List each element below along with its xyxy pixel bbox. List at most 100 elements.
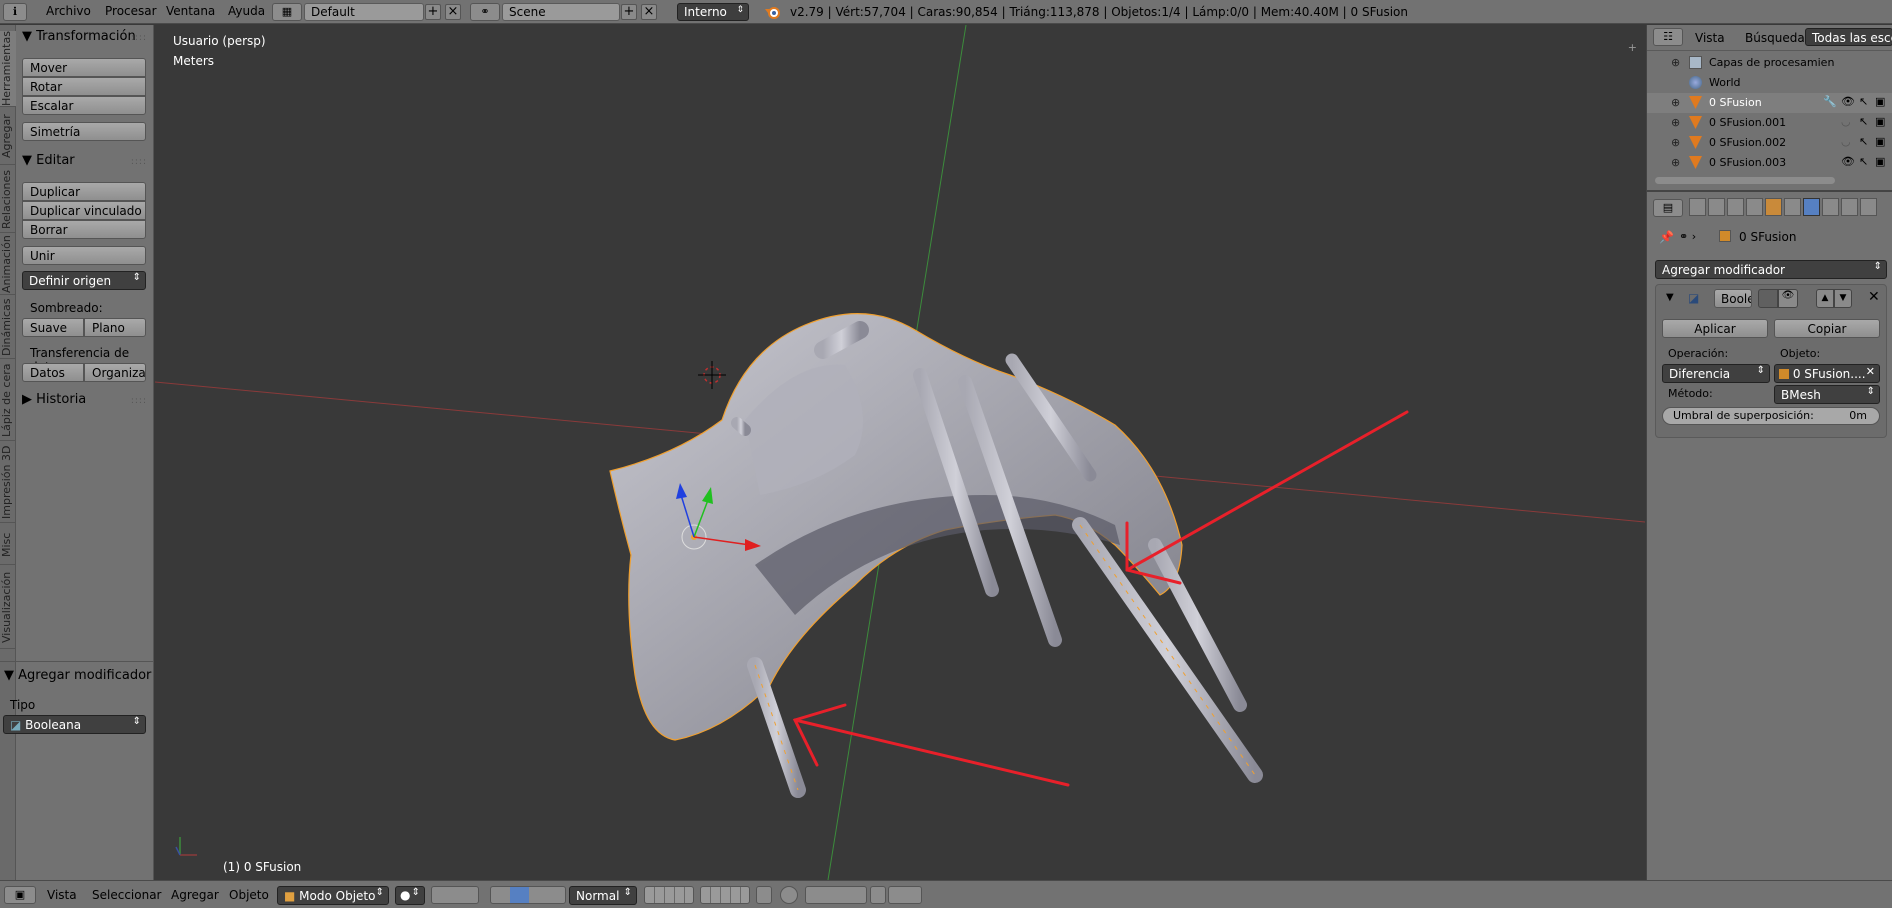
camera-render-icon[interactable]: ▣ (1875, 135, 1885, 148)
tab-herramientas[interactable]: Herramientas (0, 31, 16, 107)
expand-plus-icon[interactable]: ⊕ (1671, 96, 1680, 109)
flat-button[interactable]: Plano (84, 318, 146, 337)
constraints-tab-icon[interactable] (1784, 198, 1801, 216)
duplicate-linked-button[interactable]: Duplicar vinculado (22, 201, 146, 220)
eye-icon[interactable]: 👁 (1841, 155, 1855, 168)
set-origin-dropdown[interactable]: Definir origen ⇕ (22, 271, 146, 290)
join-button[interactable]: Unir (22, 246, 146, 265)
camera-render-icon[interactable]: ▣ (1875, 115, 1885, 128)
menu-procesar[interactable]: Procesar (105, 4, 157, 18)
material-tab-icon[interactable] (1841, 198, 1858, 216)
outliner-tab-vista[interactable]: Vista (1695, 31, 1725, 45)
render-tab-icon[interactable] (1689, 198, 1706, 216)
snap-controls[interactable] (805, 886, 867, 904)
move-down-icon[interactable]: ▼ (1834, 289, 1852, 308)
add-modifier-dropdown[interactable]: Agregar modificador ⇕ (1655, 260, 1887, 279)
panel-grip-icon[interactable]: :::: (131, 157, 147, 167)
camera-render-icon[interactable]: ▣ (1875, 95, 1885, 108)
modifiers-tab-icon[interactable] (1803, 198, 1820, 216)
menu-ventana[interactable]: Ventana (166, 4, 215, 18)
outliner-display-mode[interactable]: Todas las escen (1805, 28, 1892, 46)
expand-plus-icon[interactable]: ⊕ (1671, 56, 1680, 69)
remove-modifier-icon[interactable]: ✕ (1868, 289, 1880, 305)
eye-hidden-icon[interactable]: ◡ (1841, 115, 1851, 128)
rotate-button[interactable]: Rotar (22, 77, 146, 96)
outliner-tab-busqueda[interactable]: Búsqueda (1745, 31, 1805, 45)
proportional-edit-icon[interactable] (780, 886, 798, 904)
layout-icon[interactable]: ▦ (272, 3, 302, 21)
remove-layout-icon[interactable]: × (445, 4, 461, 20)
opengl-render-icon[interactable] (870, 886, 886, 904)
tab-relaciones[interactable]: Relaciones (0, 167, 16, 233)
scale-button[interactable]: Escalar (22, 96, 146, 115)
scene-field[interactable]: Scene (502, 3, 620, 21)
panel-grip-icon[interactable]: :::: (131, 33, 147, 43)
smooth-button[interactable]: Suave (22, 318, 84, 337)
operation-dropdown[interactable]: Diferencia ⇕ (1662, 364, 1770, 383)
cursor-select-icon[interactable]: ↖ (1859, 95, 1868, 108)
expand-plus-icon[interactable]: ⊕ (1671, 116, 1680, 129)
render-engine-dropdown[interactable]: Interno ⇕ (677, 3, 749, 21)
outliner-row-sfusion-002[interactable]: ⊕ 0 SFusion.002 ◡ ↖ ▣ (1647, 133, 1892, 153)
cursor-select-icon[interactable]: ↖ (1859, 155, 1868, 168)
tab-misc[interactable]: Misc (0, 525, 16, 565)
pin-icon[interactable]: 📌 (1659, 230, 1674, 244)
mirror-button[interactable]: Simetría (22, 122, 146, 141)
pivot-and-manipulator-icons[interactable] (431, 886, 479, 904)
camera-render-icon[interactable]: ▣ (1875, 155, 1885, 168)
organize-button[interactable]: Organizaci (84, 363, 146, 382)
method-dropdown[interactable]: BMesh ⇕ (1774, 385, 1880, 404)
3d-viewport[interactable]: Usuario (persp) Meters (1) 0 SFusion + (155, 25, 1645, 880)
panel-historia-header[interactable]: ▶ Historia (22, 392, 86, 407)
remove-scene-icon[interactable]: × (641, 4, 657, 20)
outliner-row-sfusion[interactable]: ⊕ 0 SFusion 🔧 👁 ↖ ▣ (1647, 93, 1892, 113)
outliner-row-render-layers[interactable]: ⊕ Capas de procesamien (1647, 53, 1892, 73)
move-button[interactable]: Mover (22, 58, 146, 77)
render-toggle-icon[interactable] (1758, 289, 1778, 308)
add-layout-icon[interactable]: + (425, 4, 441, 20)
translate-manipulator-icon[interactable] (510, 887, 529, 903)
add-scene-icon[interactable]: + (621, 4, 637, 20)
3d-cursor[interactable] (698, 361, 726, 389)
panel-grip-icon[interactable]: :::: (131, 396, 147, 406)
outliner-row-sfusion-003[interactable]: ⊕ 0 SFusion.003 👁 ↖ ▣ (1647, 153, 1892, 173)
menu-agregar[interactable]: Agregar (171, 888, 219, 902)
texture-tab-icon[interactable] (1860, 198, 1877, 216)
tab-dinamicas[interactable]: Dinámicas (0, 297, 16, 359)
menu-seleccionar[interactable]: Seleccionar (92, 888, 161, 902)
transform-manipulator-toggles[interactable] (490, 886, 566, 904)
overlap-threshold-field[interactable]: Umbral de superposición: 0m (1662, 407, 1880, 425)
outliner-row-sfusion-001[interactable]: ⊕ 0 SFusion.001 ◡ ↖ ▣ (1647, 113, 1892, 133)
opengl-animation-icon[interactable] (888, 886, 922, 904)
orientation-dropdown[interactable]: Normal ⇕ (569, 886, 637, 905)
object-field[interactable]: 0 SFusion.... ✕ (1774, 364, 1880, 383)
properties-editor-icon[interactable]: ▤ (1653, 199, 1683, 217)
copy-button[interactable]: Copiar (1774, 319, 1880, 338)
menu-ayuda[interactable]: Ayuda (228, 4, 265, 18)
layer-buttons-group-1[interactable] (644, 886, 694, 904)
tab-animacion[interactable]: Animación (0, 235, 16, 295)
operator-panel-header[interactable]: ▼ Agregar modificador (4, 668, 152, 683)
scene-tab-icon[interactable] (1727, 198, 1744, 216)
menu-vista[interactable]: Vista (47, 888, 77, 902)
delete-button[interactable]: Borrar (22, 220, 146, 239)
outliner-editor-icon[interactable]: ☷ (1653, 28, 1683, 46)
modifier-name-field[interactable]: Boole (1714, 289, 1752, 308)
lock-layers-icon[interactable] (756, 886, 772, 904)
cursor-select-icon[interactable]: ↖ (1859, 115, 1868, 128)
eye-hidden-icon[interactable]: ◡ (1841, 135, 1851, 148)
clear-object-icon[interactable]: ✕ (1866, 365, 1875, 378)
menu-objeto[interactable]: Objeto (229, 888, 269, 902)
mode-dropdown[interactable]: ■ Modo Objeto ⇕ (277, 886, 389, 905)
wrench-icon[interactable]: 🔧 (1823, 95, 1837, 108)
eye-icon[interactable]: 👁 (1841, 95, 1855, 108)
data-button[interactable]: Datos (22, 363, 84, 382)
tab-visualizacion[interactable]: Visualización (0, 567, 16, 649)
render-layers-tab-icon[interactable] (1708, 198, 1725, 216)
object-tab-icon[interactable] (1765, 198, 1782, 216)
layout-field[interactable]: Default (304, 3, 424, 21)
shading-mode-dropdown[interactable]: ● ⇕ (395, 886, 425, 905)
layer-buttons-group-2[interactable] (700, 886, 750, 904)
viewport-toggle-icon[interactable]: 👁 (1778, 289, 1798, 308)
tab-impresion-3d[interactable]: Impresión 3D (0, 443, 16, 523)
